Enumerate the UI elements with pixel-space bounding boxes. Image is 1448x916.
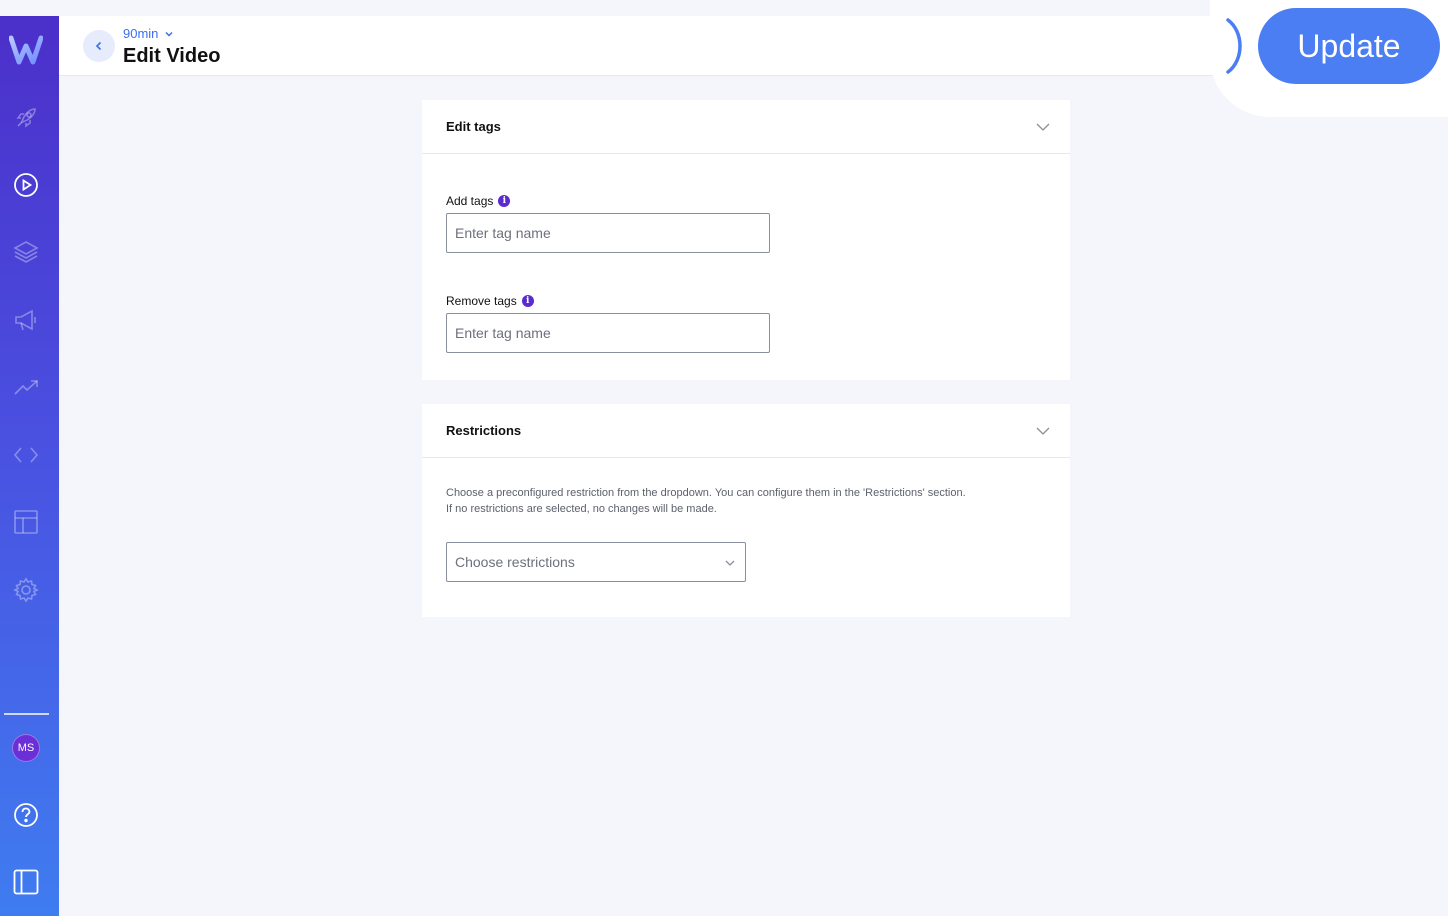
info-icon[interactable]: i [521, 295, 534, 307]
chevron-down-icon [1036, 427, 1050, 435]
add-tags-label-text: Add tags [446, 194, 494, 208]
sidebar: MS [0, 16, 59, 916]
user-avatar[interactable]: MS [12, 734, 40, 762]
sidebar-collapse-toggle[interactable] [12, 868, 40, 896]
page-title: Edit Video [123, 45, 221, 67]
project-name: 90min [123, 26, 159, 41]
sidebar-panel-icon [13, 869, 39, 895]
add-tags-label: Add tags i [446, 194, 511, 208]
chevron-down-icon [165, 31, 173, 37]
chevron-down-icon [725, 560, 735, 566]
sidebar-divider [4, 713, 49, 715]
gear-icon [13, 577, 39, 603]
info-icon[interactable]: i [498, 195, 511, 207]
chevron-down-icon [1036, 123, 1050, 131]
restrictions-help-line-2: If no restrictions are selected, no chan… [446, 503, 717, 515]
rocket-icon [16, 108, 36, 128]
trending-up-icon [14, 380, 38, 395]
sidebar-item-videos[interactable] [12, 171, 40, 199]
edit-tags-card: Edit tags Add tags i Remove tags i [422, 100, 1070, 380]
remove-tags-label-text: Remove tags [446, 294, 517, 308]
edit-tags-title: Edit tags [446, 119, 501, 134]
sidebar-item-launch[interactable] [12, 104, 40, 132]
sidebar-item-analytics[interactable] [12, 373, 40, 401]
brand-logo-icon[interactable] [9, 34, 43, 66]
restrictions-help-line-1: Choose a preconfigured restriction from … [446, 487, 966, 499]
layers-icon [13, 241, 39, 263]
sidebar-item-layouts[interactable] [12, 508, 40, 536]
restrictions-help-text: Choose a preconfigured restriction from … [446, 485, 1046, 517]
sidebar-item-settings[interactable] [12, 576, 40, 604]
sidebar-item-embed[interactable] [12, 441, 40, 469]
sidebar-item-campaigns[interactable] [12, 306, 40, 334]
remove-tags-label: Remove tags i [446, 294, 534, 308]
restrictions-select[interactable]: Choose restrictions [446, 542, 746, 582]
loading-spinner-icon [1226, 18, 1242, 74]
update-button[interactable]: Update [1258, 8, 1440, 84]
help-circle-icon [14, 803, 38, 827]
sidebar-item-playlists[interactable] [12, 238, 40, 266]
edit-tags-header[interactable]: Edit tags [422, 100, 1070, 154]
code-icon [13, 447, 39, 463]
restrictions-select-value: Choose restrictions [455, 554, 575, 570]
restrictions-card: Restrictions Choose a preconfigured rest… [422, 404, 1070, 617]
add-tags-input[interactable] [446, 213, 770, 253]
sidebar-item-help[interactable] [12, 801, 40, 829]
chevron-left-icon [95, 41, 102, 51]
remove-tags-input[interactable] [446, 313, 770, 353]
back-button[interactable] [83, 30, 115, 62]
megaphone-icon [15, 309, 36, 331]
project-switcher[interactable]: 90min [123, 26, 174, 41]
play-circle-icon [14, 173, 38, 197]
restrictions-header[interactable]: Restrictions [422, 404, 1070, 458]
layout-icon [14, 510, 38, 534]
restrictions-title: Restrictions [446, 423, 522, 438]
